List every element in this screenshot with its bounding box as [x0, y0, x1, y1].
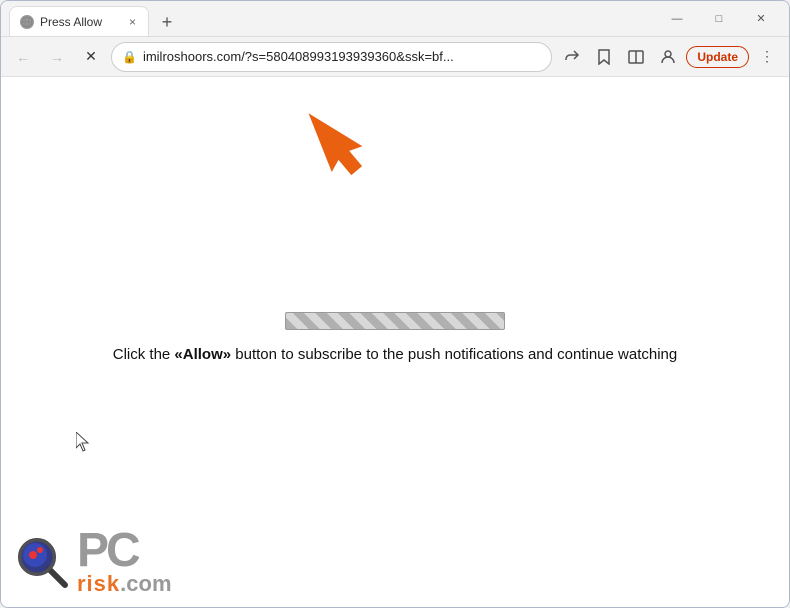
tab-title: Press Allow — [40, 15, 121, 29]
close-button[interactable]: ✕ — [741, 4, 781, 34]
nav-actions: Update ⋮ — [558, 43, 781, 71]
url-text: imilroshoors.com/?s=580408993193939360&s… — [143, 49, 541, 64]
profile-button[interactable] — [654, 43, 682, 71]
com-text: .com — [120, 573, 171, 595]
update-button[interactable]: Update — [686, 46, 749, 68]
window-controls: — □ ✕ — [657, 4, 781, 34]
minimize-button[interactable]: — — [657, 4, 697, 34]
maximize-button[interactable]: □ — [699, 4, 739, 34]
forward-button[interactable]: → — [43, 43, 71, 71]
center-content: Click the «Allow» button to subscribe to… — [45, 312, 745, 367]
split-view-button[interactable] — [622, 43, 650, 71]
title-bar: Press Allow × + — □ ✕ — [1, 1, 789, 37]
pcrisk-logo-icon — [15, 535, 69, 589]
pcrisk-watermark: PC risk .com — [1, 517, 261, 607]
bookmark-button[interactable] — [590, 43, 618, 71]
new-tab-button[interactable]: + — [153, 8, 181, 36]
more-options-button[interactable]: ⋮ — [753, 43, 781, 71]
pcrisk-logo-text: PC risk .com — [77, 529, 172, 594]
risk-text: risk — [77, 573, 120, 595]
mouse-cursor — [76, 432, 90, 452]
allow-arrow-icon — [291, 95, 371, 185]
pc-text: PC — [77, 529, 172, 572]
instruction-text: Click the «Allow» button to subscribe to… — [113, 344, 678, 367]
reload-button[interactable]: ✕ — [77, 43, 105, 71]
back-button[interactable]: ← — [9, 43, 37, 71]
share-button[interactable] — [558, 43, 586, 71]
tab-favicon — [20, 15, 34, 29]
tab-strip: Press Allow × + — [9, 1, 651, 36]
browser-tab[interactable]: Press Allow × — [9, 6, 149, 36]
lock-icon: 🔒 — [122, 50, 137, 64]
arrow-container — [291, 95, 371, 190]
address-bar[interactable]: 🔒 imilroshoors.com/?s=580408993193939360… — [111, 42, 552, 72]
page-content: Click the «Allow» button to subscribe to… — [1, 77, 789, 607]
browser-window: Press Allow × + — □ ✕ ← → ✕ 🔒 imilroshoo… — [0, 0, 790, 608]
progress-bar — [285, 312, 505, 330]
tab-close-button[interactable]: × — [127, 15, 138, 29]
navigation-bar: ← → ✕ 🔒 imilroshoors.com/?s=580408993193… — [1, 37, 789, 77]
